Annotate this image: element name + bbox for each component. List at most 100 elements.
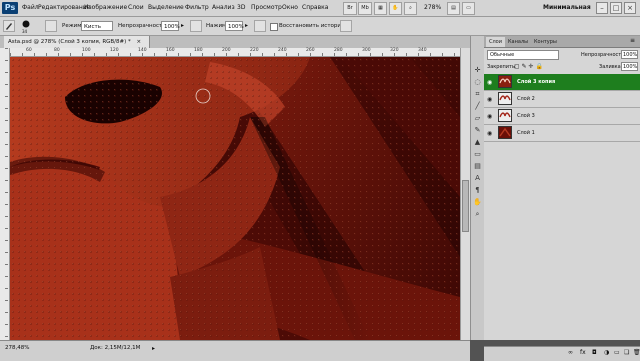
tab-paths[interactable]: Контуры [531,37,560,47]
eye-icon[interactable]: ◉ [487,113,492,120]
crop-tool-icon[interactable]: ⌗ [473,90,482,99]
mode-select[interactable]: Кисть [81,21,113,31]
layer-row[interactable]: ◉ Слой 1 [484,125,640,142]
tab-channels[interactable]: Каналы [505,37,531,47]
screen-mode-button[interactable]: ▭ [462,2,475,15]
hand-tool-icon[interactable]: ✋ [473,198,482,207]
text-tool-icon[interactable]: A [473,174,482,183]
menu-layers[interactable]: Слои [128,4,144,11]
panel-menu-icon[interactable]: ≡ [630,37,635,44]
folder-icon[interactable]: ▭ [614,349,620,356]
history-checkbox[interactable] [270,23,278,31]
menu-window[interactable]: Окно [282,4,298,11]
tab-layers[interactable]: Слои [486,37,505,47]
brush-tool-preset-icon[interactable] [3,20,15,32]
layer-name[interactable]: Слой 2 [517,96,535,102]
guides-menu-button[interactable]: ▦ [374,2,387,15]
pressure-field[interactable]: 100% [225,21,244,31]
zoom-button[interactable]: ⌕ [404,2,417,15]
maximize-icon[interactable]: □ [610,2,622,14]
eraser-tool-icon[interactable]: ▭ [473,150,482,159]
document-canvas[interactable] [10,57,460,340]
document-tab[interactable]: Asta.psd @ 278% (Слой 3 копия, RGB/8#) *… [4,36,151,48]
ruler-number: 220 [250,48,259,53]
mask-icon[interactable]: ◘ [592,349,597,356]
move-tool-icon[interactable]: ✛ [473,66,482,75]
menu-file[interactable]: Файл [22,4,39,11]
zoom-level[interactable]: 278% [424,4,441,11]
ruler-number: 280 [334,48,343,53]
status-doc-size: Док: 2,15M/12,1M [90,345,141,351]
menu-view[interactable]: Просмотр [251,4,282,11]
status-arrow-icon[interactable]: ▸ [152,345,155,352]
pen-tool-icon[interactable]: ¶ [473,186,482,195]
document-title: Asta.psd @ 278% (Слой 3 копия, RGB/8#) * [8,39,131,45]
pressure-chevron-icon[interactable]: ▸ [245,22,248,29]
menu-analysis[interactable]: Анализ [212,4,235,11]
layers-empty-area [484,142,640,326]
artwork-image [10,57,460,340]
bridge-button[interactable]: Br [343,2,357,15]
tablet-size-icon[interactable] [340,20,352,32]
airbrush-icon[interactable] [254,20,266,32]
layer-row[interactable]: ◉ Слой 2 [484,91,640,108]
eye-icon[interactable]: ◉ [487,130,492,137]
minibridge-button[interactable]: Mb [358,2,372,15]
healing-brush-icon[interactable]: ▱ [473,114,482,123]
ruler-number: 140 [138,48,147,53]
opacity-label: Непрозрачность: [118,23,168,29]
brush-panel-icon[interactable] [45,20,57,32]
brush-tool-icon[interactable]: ✎ [473,126,482,135]
opacity-field[interactable]: 100% [161,21,180,31]
lasso-tool-icon[interactable]: ◌ [473,78,482,87]
ruler-number: 100 [82,48,91,53]
ruler-number: 60 [26,48,32,53]
minimize-icon[interactable]: – [596,2,608,14]
menu-help[interactable]: Справка [302,4,328,11]
layer-name[interactable]: Слой 3 [517,113,535,119]
ruler-number: 120 [110,48,119,53]
layer-name[interactable]: Слой 1 [517,130,535,136]
status-zoom[interactable]: 278,48% [5,345,29,351]
ruler-number: 320 [390,48,399,53]
ruler-number: 200 [222,48,231,53]
close-icon[interactable]: × [624,2,636,14]
fx-icon[interactable]: fx [580,349,586,356]
menu-edit[interactable]: Редактирование [38,4,90,11]
layer-opacity-field[interactable]: 100% [621,50,638,59]
opacity-chevron-icon[interactable]: ▸ [181,22,184,29]
fill-label: Заливка: [599,64,623,70]
options-bar: 34 Режим: Кисть Непрозрачность: 100% ▸ Н… [0,17,640,36]
link-icon[interactable]: ∞ [568,349,573,356]
workspace-name[interactable]: Минимальная [543,4,591,11]
fill-field[interactable]: 100% [621,62,638,71]
layer-opacity-label: Непрозрачность: [581,52,626,58]
layer-row[interactable]: ◉ Слой 3 копия [484,74,640,91]
stamp-tool-icon[interactable]: ▲ [473,138,482,147]
layer-thumbnail [498,75,512,88]
eye-icon[interactable]: ◉ [487,96,492,103]
adjustment-icon[interactable]: ◑ [604,349,609,356]
layer-name[interactable]: Слой 3 копия [517,79,555,85]
menu-filter[interactable]: Фильтр [185,4,209,11]
menu-3d[interactable]: 3D [237,4,245,11]
blend-mode-select[interactable]: Обычные [487,50,559,60]
eyedropper-icon[interactable]: ╱ [473,102,482,111]
trash-icon[interactable]: 🗑 [633,349,640,356]
close-tab-icon[interactable]: × [137,39,142,45]
scrollbar-thumb[interactable] [462,180,469,232]
layer-thumbnail [498,109,512,122]
new-layer-icon[interactable]: ❏ [624,349,629,356]
layer-thumbnail [498,126,512,139]
layers-bottom-bar: ∞ fx ◘ ◑ ▭ ❏ 🗑 [484,346,640,361]
pressure-opacity-icon[interactable] [190,20,202,32]
layer-row[interactable]: ◉ Слой 3 [484,108,640,125]
arrange-button[interactable]: ▤ [447,2,460,15]
hand-button[interactable]: ✋ [389,2,402,15]
menu-image[interactable]: Изображение [84,4,127,11]
menu-select[interactable]: Выделение [148,4,184,11]
eye-icon[interactable]: ◉ [487,79,492,86]
lock-icons[interactable]: ▢ ✎ ✛ 🔒 [514,63,543,70]
zoom-tool-icon[interactable]: ⌕ [473,210,482,219]
gradient-tool-icon[interactable]: ▤ [473,162,482,171]
